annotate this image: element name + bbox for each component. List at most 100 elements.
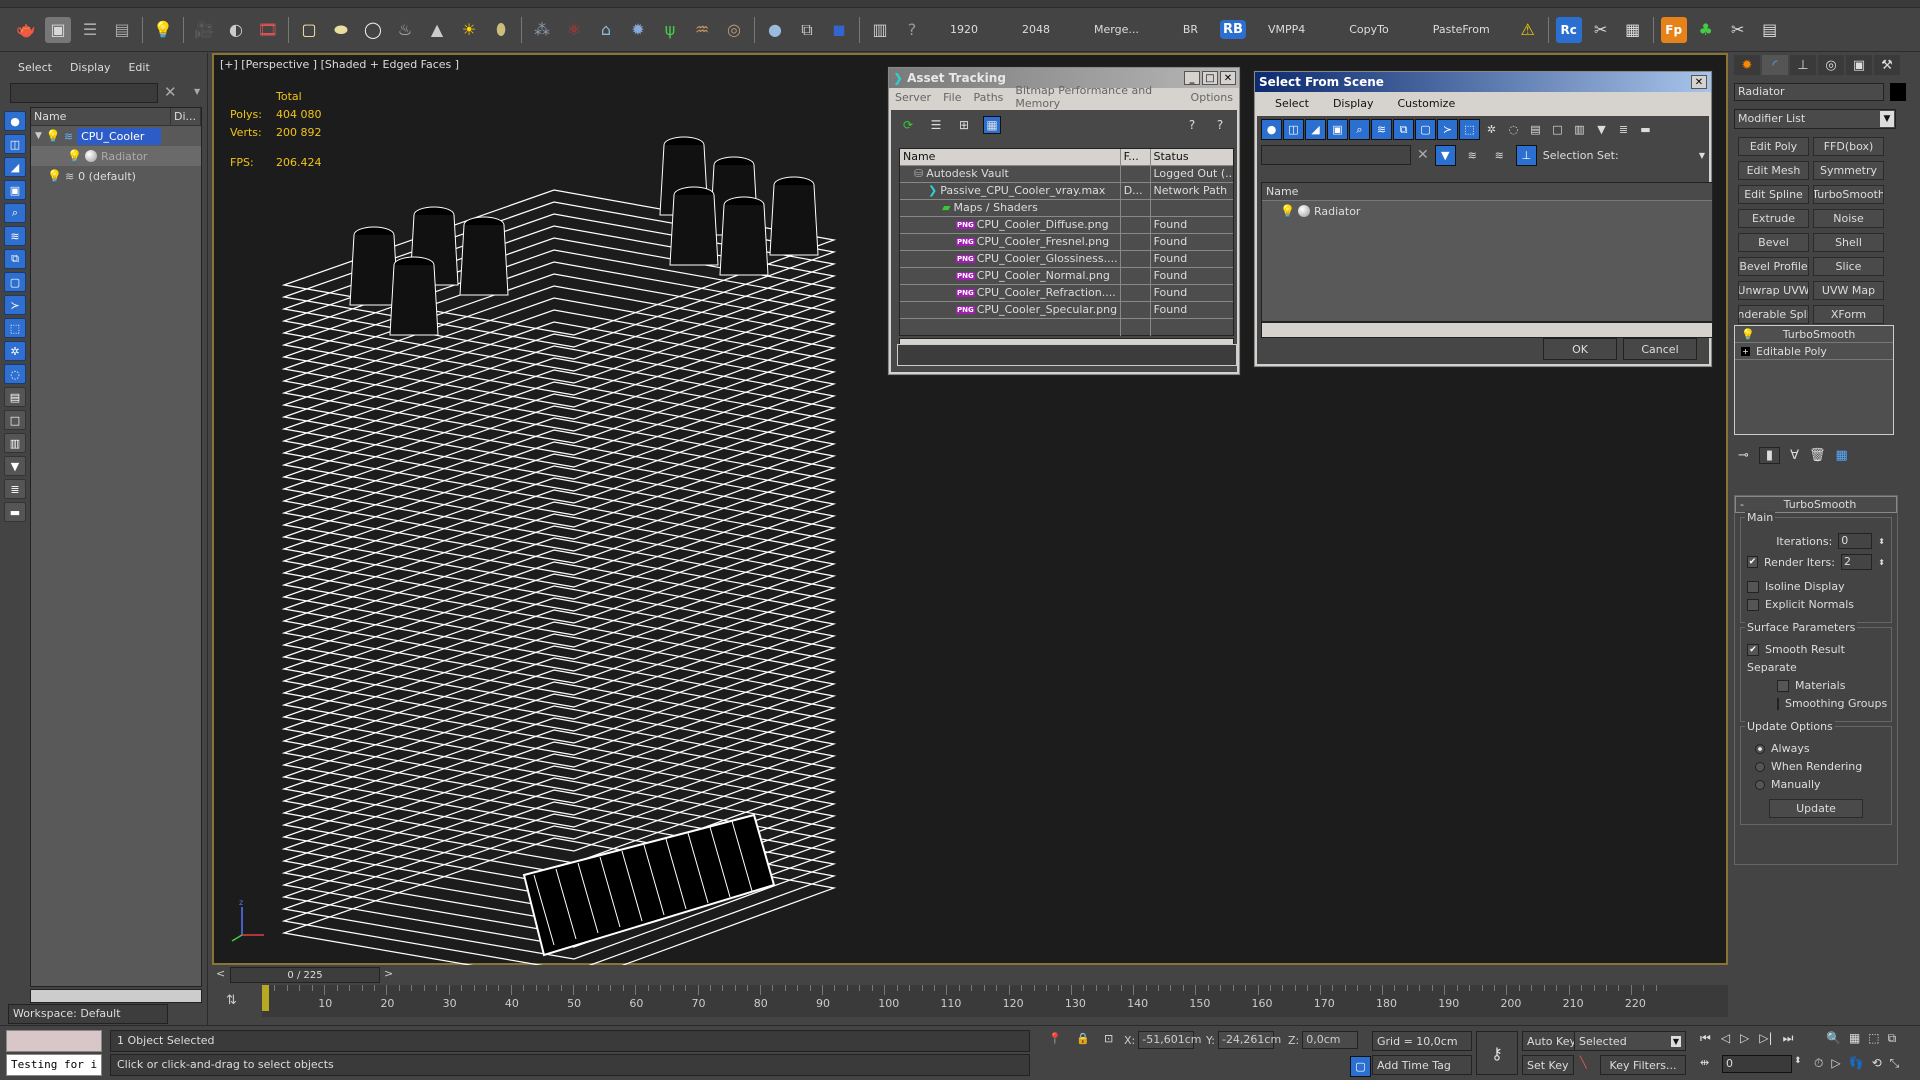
spinner-arrows-icon[interactable]: ⬍: [1878, 558, 1885, 567]
motion-tab-icon[interactable]: ◎: [1818, 55, 1844, 75]
time-config-icon[interactable]: ⏱: [1814, 1056, 1823, 1071]
asset-row[interactable]: PNG CPU_Cooler_Refraction.... Found: [900, 285, 1233, 302]
plane-icon[interactable]: ▢: [296, 17, 322, 43]
show-end-result-icon[interactable]: ▮: [1758, 447, 1781, 464]
tower-icon[interactable]: ⌂: [593, 17, 619, 43]
expand-arrow-icon[interactable]: ▼: [35, 131, 42, 141]
teapot-icon[interactable]: 🫖: [13, 17, 39, 43]
bulb-icon[interactable]: 💡: [46, 129, 61, 143]
filter-xrefs-icon[interactable]: ▢: [4, 272, 26, 292]
filter-lights-icon[interactable]: ◢: [4, 157, 26, 177]
maximize-viewport-icon[interactable]: ⤡: [1890, 1056, 1900, 1071]
y-field[interactable]: -24,261cm: [1217, 1031, 1281, 1049]
object-icon[interactable]: ◼: [826, 17, 852, 43]
list-view-icon[interactable]: ☰: [927, 116, 945, 134]
set-keys-icon[interactable]: ⚷: [1476, 1031, 1518, 1075]
asset-row[interactable]: ⛁ Autodesk Vault Logged Out (...: [900, 166, 1233, 183]
filter-invert-icon[interactable]: ▥: [4, 433, 26, 453]
time-slider-marker[interactable]: [262, 985, 269, 1011]
expand-plus-icon[interactable]: +: [1741, 346, 1750, 356]
asset-menu-server[interactable]: Server: [895, 91, 931, 104]
camera-icon[interactable]: 🎥: [191, 17, 217, 43]
materials-checkbox[interactable]: [1777, 679, 1789, 692]
explorer-hscrollbar[interactable]: [30, 989, 202, 1003]
sfs-menu-display[interactable]: Display: [1333, 97, 1374, 110]
filter-options-icon[interactable]: ≣: [1613, 119, 1634, 140]
render-iters-checkbox[interactable]: ✔: [1747, 556, 1759, 568]
modifier-button-symmetry[interactable]: Symmetry: [1813, 161, 1884, 180]
bulb-icon[interactable]: 💡: [1280, 204, 1295, 218]
display-containers-icon[interactable]: ⬚: [1459, 119, 1480, 140]
zoom-all-icon[interactable]: ▦: [1849, 1031, 1860, 1046]
add-time-tag-button[interactable]: Add Time Tag: [1372, 1055, 1472, 1075]
ok-button[interactable]: OK: [1543, 338, 1617, 360]
filter-shapes-icon[interactable]: ◫: [4, 134, 26, 154]
frame-spinner-icon[interactable]: ⬍: [1794, 1056, 1802, 1066]
scissors-icon[interactable]: ✂: [1725, 17, 1751, 43]
asset-row[interactable]: PNG CPU_Cooler_Fresnel.png Found: [900, 234, 1233, 251]
key-filters-button[interactable]: Key Filters...: [1600, 1055, 1686, 1075]
maxscript-listener-input[interactable]: Testing for i: [6, 1054, 102, 1076]
filter-all-icon[interactable]: ▤: [4, 387, 26, 407]
filter-groups-icon[interactable]: ⧉: [4, 249, 26, 269]
sfs-hscrollbar[interactable]: [1261, 322, 1713, 338]
walk-through-icon[interactable]: 👣: [1849, 1056, 1864, 1071]
update-when-rendering-radio[interactable]: [1755, 761, 1765, 772]
explorer-search-input[interactable]: [10, 83, 158, 103]
select-from-scene-titlebar[interactable]: Select From Scene ✕: [1255, 72, 1711, 92]
key-mode-pen-icon[interactable]: ╲: [1580, 1056, 1587, 1069]
layers-icon[interactable]: ≋: [1489, 145, 1510, 166]
light-icon[interactable]: 💡: [150, 17, 176, 43]
hierarchy-tab-icon[interactable]: ⊥: [1790, 55, 1816, 75]
clear-search-icon[interactable]: ✕: [164, 83, 177, 101]
close-button[interactable]: ✕: [1691, 75, 1707, 89]
toolbar-button-pastefrom[interactable]: PasteFrom: [1433, 23, 1490, 36]
utilities-tab-icon[interactable]: ⚒: [1874, 55, 1900, 75]
filter-none-icon[interactable]: □: [4, 410, 26, 430]
modifier-button-renderable-spline[interactable]: Renderable Spline: [1738, 305, 1809, 324]
tree-view-icon[interactable]: ⊞: [955, 116, 973, 134]
stack-item-editable-poly[interactable]: + Editable Poly: [1735, 343, 1893, 360]
hair-icon[interactable]: ♒: [689, 17, 715, 43]
filter-geometry-icon[interactable]: ●: [4, 111, 26, 131]
modifier-button-shell[interactable]: Shell: [1813, 233, 1884, 252]
tree-row-radiator[interactable]: 💡 Radiator: [31, 146, 201, 166]
filter-cameras-icon[interactable]: ▣: [4, 180, 26, 200]
refresh-icon[interactable]: ⟳: [899, 116, 917, 134]
key-mode-toggle-icon[interactable]: ⇹: [1700, 1056, 1709, 1069]
bulb-icon[interactable]: 💡: [47, 169, 62, 183]
prev-frame-arrow[interactable]: <: [216, 967, 225, 980]
column-f[interactable]: F...: [1121, 149, 1151, 165]
toolbar-button-rb[interactable]: RB: [1220, 20, 1246, 39]
find-filter-icon[interactable]: ▼: [1434, 144, 1456, 166]
modifier-button-edit-poly[interactable]: Edit Poly: [1738, 137, 1809, 156]
asset-row[interactable]: PNG CPU_Cooler_Glossiness.... Found: [900, 251, 1233, 268]
modify-tab-icon[interactable]: ◜: [1762, 55, 1788, 75]
next-frame-arrow[interactable]: >: [384, 967, 393, 980]
globe-icon[interactable]: ●: [762, 17, 788, 43]
hierarchy-icon[interactable]: ⊥: [1515, 144, 1537, 166]
column-name[interactable]: Name: [900, 149, 1121, 165]
select-all-icon[interactable]: ▤: [1525, 119, 1546, 140]
field-of-view-icon[interactable]: ▷: [1831, 1056, 1840, 1071]
maxscript-listener-top[interactable]: [6, 1030, 102, 1052]
modifier-button-unwrap-uvw[interactable]: Unwrap UVW: [1738, 281, 1809, 300]
column-header-name[interactable]: Name: [31, 108, 171, 125]
modifier-button-uvw-map[interactable]: UVW Map: [1813, 281, 1884, 300]
stack-item-turbosmooth[interactable]: 💡 TurboSmooth: [1735, 326, 1893, 343]
warning-icon[interactable]: ⚠: [1515, 17, 1541, 43]
explicit-normals-checkbox[interactable]: [1747, 598, 1759, 611]
x-field[interactable]: -51,601cm: [1138, 1031, 1201, 1049]
time-tag-icon[interactable]: ▢: [1350, 1056, 1371, 1077]
selection-set-dropdown[interactable]: ▼: [1699, 151, 1705, 160]
update-button[interactable]: Update: [1769, 799, 1863, 818]
timeline-ruler[interactable]: 10 20 30 40 50 60 70 80 90 100 110 120 130 140 150 160 1…: [262, 985, 1728, 1017]
tools-icon[interactable]: ✂: [1588, 17, 1614, 43]
zoom-extents-all-icon[interactable]: ⧉: [1888, 1031, 1897, 1046]
smooth-result-checkbox[interactable]: ✔: [1747, 643, 1759, 656]
modifier-button-slice[interactable]: Slice: [1813, 257, 1884, 276]
fp-icon[interactable]: Fp: [1660, 16, 1687, 43]
filter-hidden-icon[interactable]: ◌: [4, 364, 26, 384]
bulb-icon[interactable]: 💡: [67, 149, 82, 163]
go-to-end-icon[interactable]: ⏭: [1783, 1031, 1794, 1046]
